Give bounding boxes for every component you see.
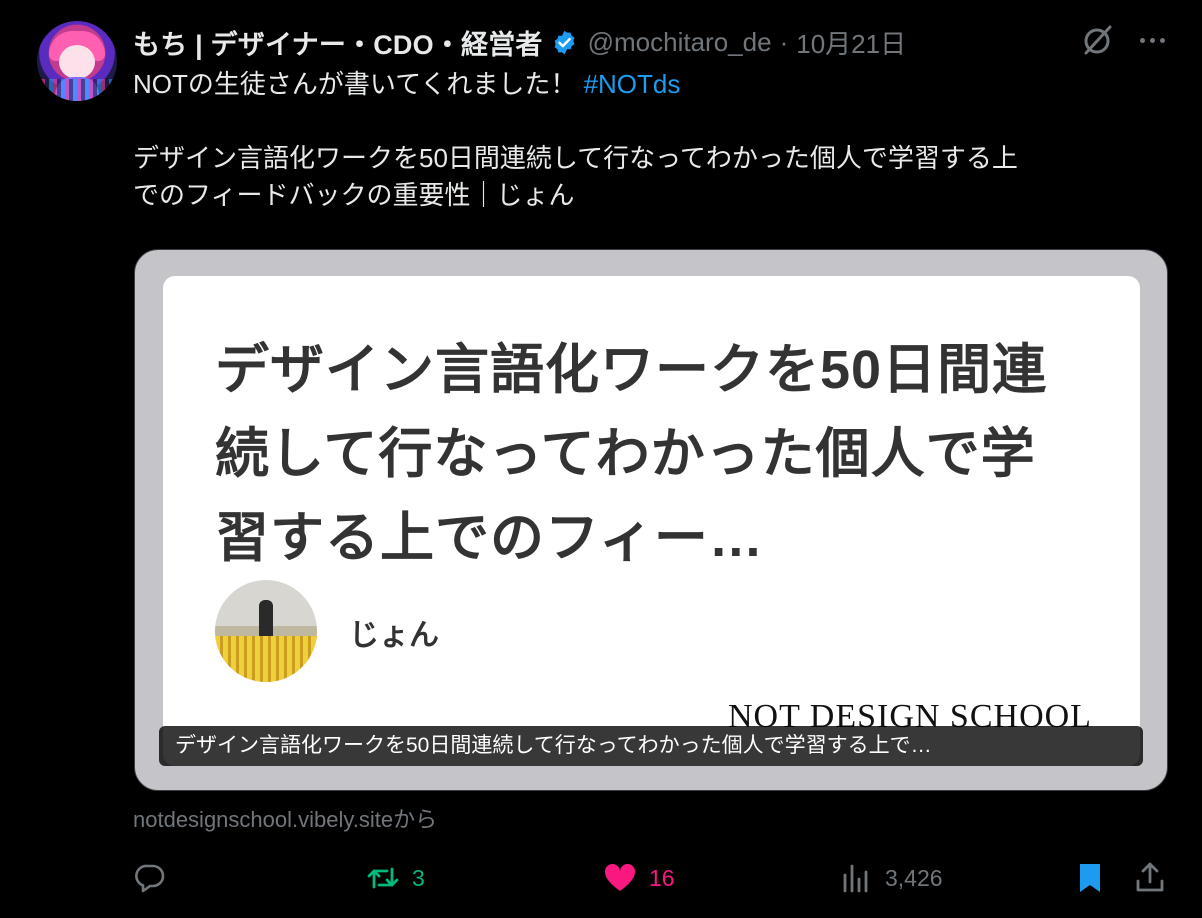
tweet-intro: NOTの生徒さんが書いてくれました！ — [133, 69, 577, 99]
card-author-name: じょん — [349, 619, 439, 652]
card-title-line: 習する上でのフィー… — [215, 508, 764, 568]
more-dot — [1159, 37, 1165, 43]
card-title: デザイン言語化ワークを50日間連 続して行なってわかった個人で学 習する上でのフ… — [215, 328, 1095, 580]
more-dot — [1149, 37, 1155, 43]
card-author-avatar — [215, 580, 317, 682]
bookmark-button[interactable] — [1073, 856, 1107, 900]
tweet-line-3: でのフィードバックの重要性｜じょん — [133, 180, 575, 210]
tweet-text: NOTの生徒さんが書いてくれました！ #NOTds デザイン言語化ワークを50日… — [133, 66, 1173, 214]
grok-icon[interactable] — [1080, 22, 1116, 58]
link-source[interactable]: notdesignschool.vibely.siteから — [133, 802, 437, 834]
author-avatar[interactable] — [37, 21, 117, 101]
more-icon[interactable] — [1134, 24, 1170, 56]
card-title-line: 続して行なってわかった個人で学 — [215, 424, 1036, 484]
author-display-name[interactable]: もち | デザイナー・CDO・経営者 — [133, 23, 543, 62]
views-icon — [843, 864, 868, 893]
retweet-button[interactable]: 3 — [366, 856, 425, 900]
reply-icon — [135, 864, 165, 893]
heart-icon — [604, 863, 636, 891]
avatar-face — [59, 45, 95, 79]
card-image: デザイン言語化ワークを50日間連 続して行なってわかった個人で学 習する上でのフ… — [163, 276, 1140, 766]
views-count: 3,426 — [885, 864, 943, 891]
avatar-background-pattern — [37, 79, 117, 101]
card-caption: デザイン言語化ワークを50日間連続して行なってわかった個人で学習する上で… — [159, 726, 1143, 766]
tweet-date[interactable]: 10月21日 — [796, 24, 906, 61]
share-icon — [1136, 862, 1164, 892]
action-bar: 3 16 3,426 — [133, 856, 1173, 900]
card-title-line: デザイン言語化ワークを50日間連 — [215, 340, 1048, 400]
share-button[interactable] — [1133, 856, 1167, 900]
header-separator: · — [779, 26, 789, 57]
like-button[interactable]: 16 — [603, 856, 675, 900]
more-dot — [1139, 37, 1145, 43]
tweet-header: もち | デザイナー・CDO・経営者 @mochitaro_de · 10月21… — [133, 22, 906, 62]
tweet-line-1: NOTの生徒さんが書いてくれました！ #NOTds — [133, 66, 1173, 103]
tweet-line-2: デザイン言語化ワークを50日間連続して行なってわかった個人で学習する上 — [133, 143, 1018, 173]
avatar-flowers — [215, 636, 317, 682]
like-count: 16 — [649, 864, 675, 891]
retweet-count: 3 — [412, 864, 425, 891]
retweet-icon — [367, 867, 399, 889]
verified-badge-icon — [554, 30, 575, 54]
reply-button[interactable] — [133, 856, 167, 900]
link-preview-card[interactable]: デザイン言語化ワークを50日間連 続して行なってわかった個人で学 習する上でのフ… — [134, 249, 1168, 791]
bookmark-icon — [1080, 864, 1100, 892]
author-handle[interactable]: @mochitaro_de — [588, 27, 772, 58]
hashtag-link[interactable]: #NOTds — [584, 69, 681, 99]
views-button[interactable]: 3,426 — [839, 856, 943, 900]
